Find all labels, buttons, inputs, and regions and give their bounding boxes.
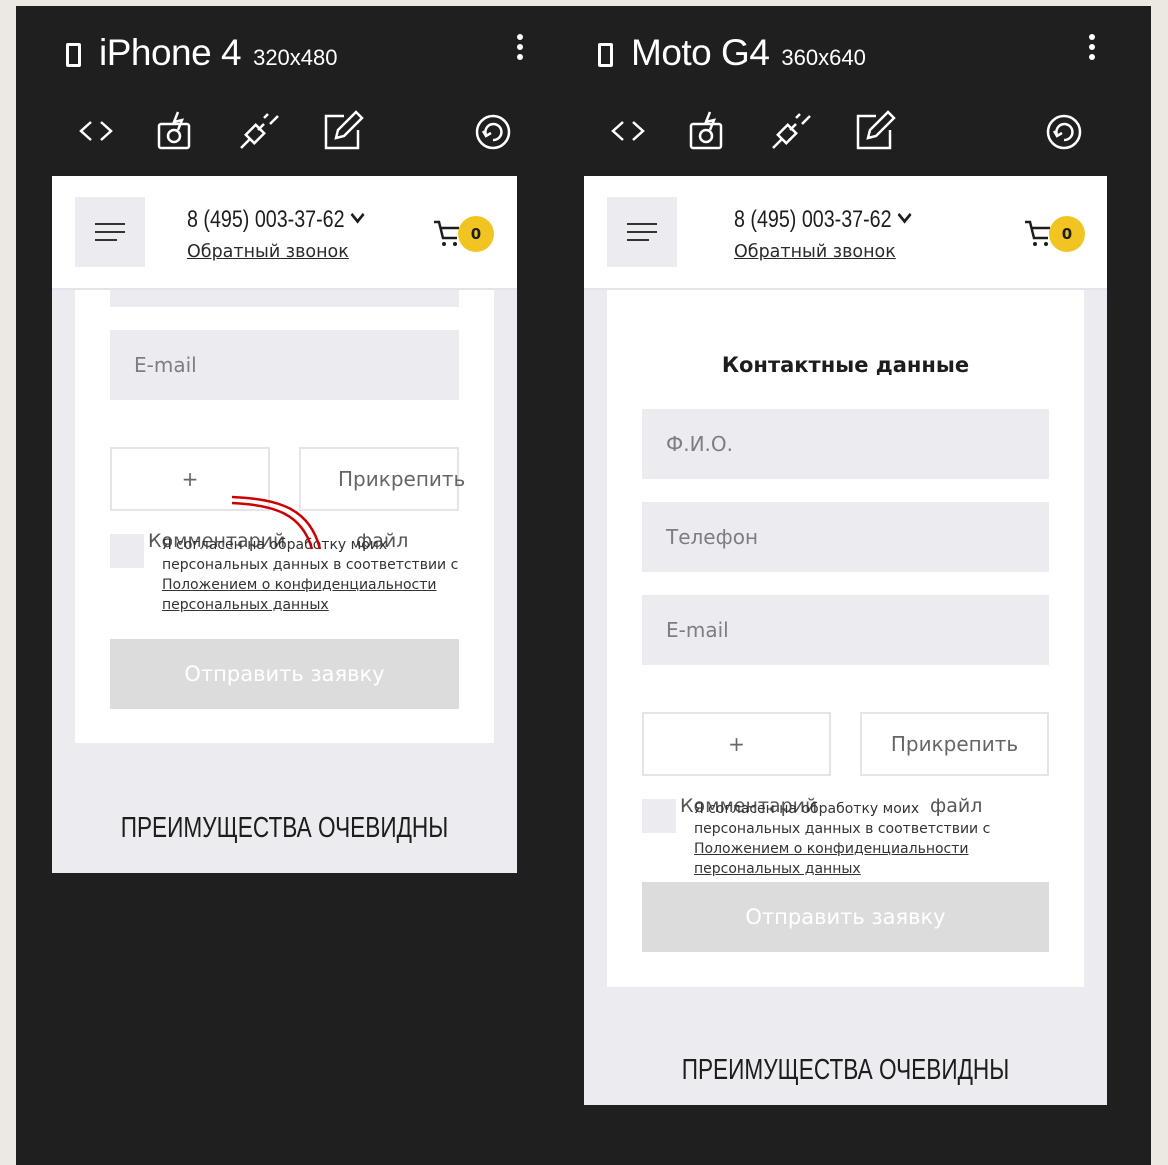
callback-link[interactable]: Обратный звонок <box>734 242 896 262</box>
menu-button[interactable] <box>75 197 145 267</box>
device-size: 320x480 <box>253 45 338 70</box>
submit-label: Отправить заявку <box>184 662 385 686</box>
email-field[interactable]: E-mail <box>642 595 1049 665</box>
screenshot-icon[interactable] <box>688 110 728 152</box>
menu-icon <box>627 223 657 225</box>
cart-button[interactable]: 0 <box>1023 214 1085 254</box>
more-options-icon[interactable] <box>517 34 523 64</box>
chevron-down-icon <box>897 206 912 224</box>
annotation-arrow <box>231 495 322 550</box>
rotate-icon[interactable] <box>1045 113 1083 151</box>
more-options-icon[interactable] <box>1089 34 1095 64</box>
email-placeholder: E-mail <box>134 353 197 377</box>
cart-count-badge: 0 <box>1049 216 1085 252</box>
plus-label: + <box>728 732 745 756</box>
device-name: Moto G4 <box>631 32 770 73</box>
device-header-iphone: iPhone 4 320x480 <box>66 32 338 74</box>
attach-label: Прикрепить <box>338 467 466 491</box>
phone-number: 8 (495) 003-37-62 <box>734 206 892 233</box>
code-icon[interactable] <box>610 116 646 146</box>
attach-label: Прикрепить <box>890 732 1019 756</box>
consent-text: Я согласен на обработку моих персональны… <box>694 801 991 877</box>
fio-field[interactable]: Ф.И.О. <box>642 409 1049 479</box>
submit-label: Отправить заявку <box>745 905 946 929</box>
submit-request-button[interactable]: Отправить заявку <box>642 882 1049 952</box>
device-icon <box>66 43 81 67</box>
edit-icon[interactable] <box>854 110 896 152</box>
consent-checkbox[interactable] <box>110 534 144 568</box>
menu-icon <box>95 223 125 225</box>
site-header: 8 (495) 003-37-62 Обратный звонок 0 <box>52 176 517 290</box>
phone-number-dropdown[interactable]: 8 (495) 003-37-62 <box>734 206 912 234</box>
plus-label: + <box>181 467 199 491</box>
fio-placeholder: Ф.И.О. <box>666 432 733 456</box>
benefits-section-title: ПРЕИМУЩЕСТВА ОЧЕВИДНЫ <box>681 1054 1010 1086</box>
name-field-partial[interactable] <box>110 288 459 307</box>
callback-link[interactable]: Обратный звонок <box>187 242 349 262</box>
phone-number: 8 (495) 003-37-62 <box>187 206 345 233</box>
device-screen-moto: Контактные данные Ф.И.О. Телефон E-mail … <box>584 176 1107 1105</box>
screenshot-icon[interactable] <box>156 110 196 152</box>
device-icon <box>598 43 613 67</box>
privacy-policy-link[interactable]: Положением о конфиденциальности персонал… <box>694 841 969 877</box>
menu-button[interactable] <box>607 197 677 267</box>
device-size: 360x640 <box>781 45 866 70</box>
add-comment-button[interactable]: + <box>642 712 831 776</box>
network-icon[interactable] <box>770 110 814 152</box>
rotate-icon[interactable] <box>474 113 512 151</box>
phone-placeholder: Телефон <box>666 525 759 549</box>
submit-request-button[interactable]: Отправить заявку <box>110 639 459 709</box>
benefits-section-title: ПРЕИМУЩЕСТВА ОЧЕВИДНЫ <box>120 812 449 844</box>
code-icon[interactable] <box>78 116 114 146</box>
contacts-title: Контактные данные <box>721 353 970 377</box>
cart-button[interactable]: 0 <box>432 214 494 254</box>
edit-icon[interactable] <box>322 110 364 152</box>
phone-number-dropdown[interactable]: 8 (495) 003-37-62 <box>187 206 365 234</box>
chevron-down-icon <box>350 206 365 224</box>
network-icon[interactable] <box>238 110 282 152</box>
privacy-policy-link[interactable]: Положением о конфиденциальности персонал… <box>162 577 437 613</box>
email-placeholder: E-mail <box>666 618 729 642</box>
attach-file-button[interactable]: Прикрепить <box>860 712 1049 776</box>
devtools-workspace: iPhone 4 320x480 E-mail + Прикрепить Ком… <box>16 6 1151 1165</box>
consent-checkbox[interactable] <box>642 799 676 833</box>
email-field[interactable]: E-mail <box>110 330 459 400</box>
cart-count-badge: 0 <box>458 216 494 252</box>
device-header-moto: Moto G4 360x640 <box>598 32 866 74</box>
phone-field[interactable]: Телефон <box>642 502 1049 572</box>
device-name: iPhone 4 <box>99 32 242 73</box>
device-screen-iphone: E-mail + Прикрепить Комментарий файл Я с… <box>52 176 517 873</box>
site-header: 8 (495) 003-37-62 Обратный звонок 0 <box>584 176 1107 290</box>
